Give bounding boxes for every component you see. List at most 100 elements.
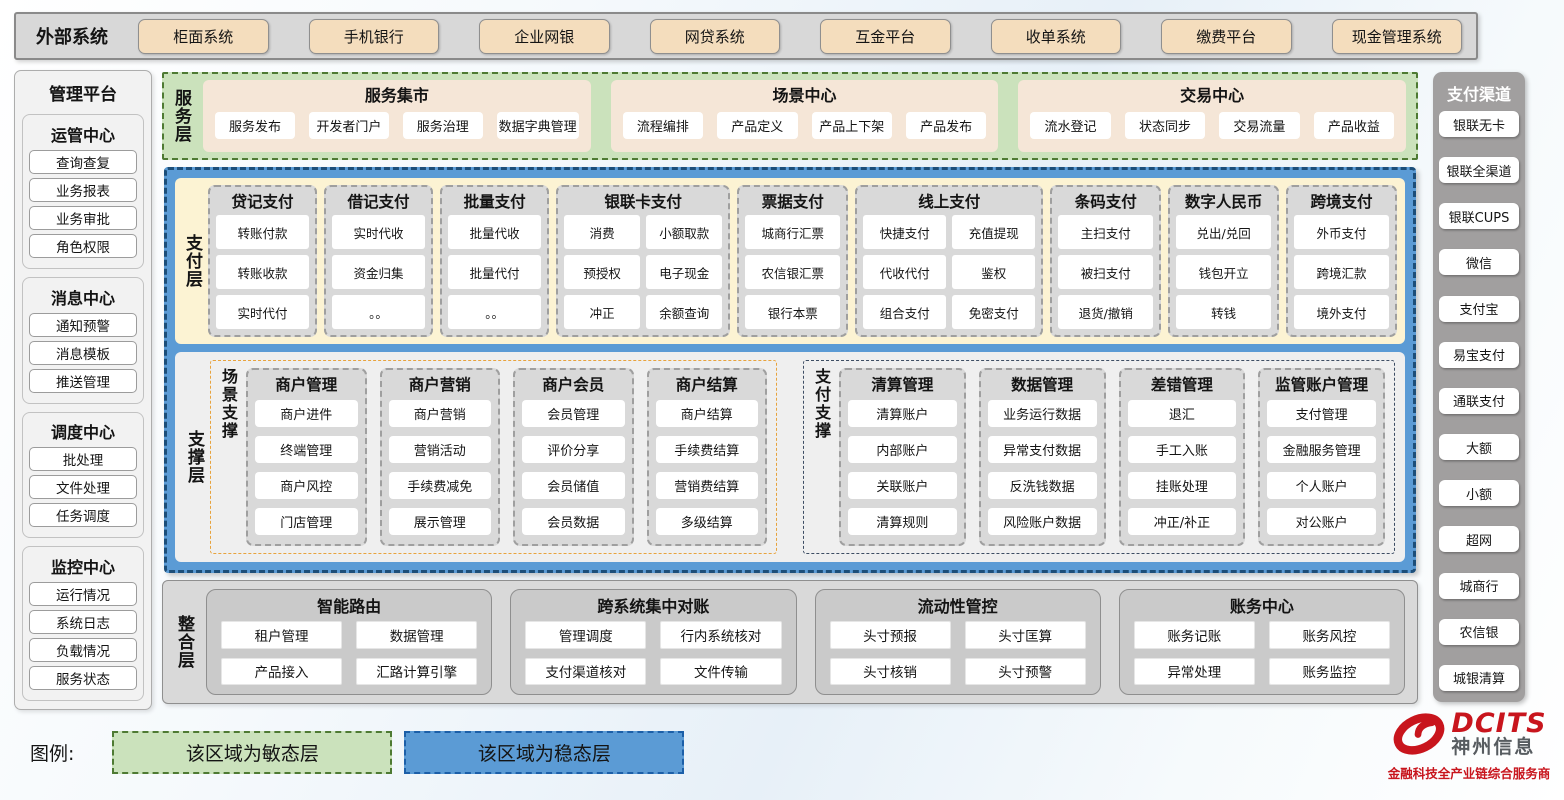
- external-system-box: 手机银行: [309, 19, 440, 54]
- payment-item-box: 跨境汇款: [1294, 255, 1389, 289]
- payment-item-box: 转账收款: [216, 255, 309, 289]
- payment-channel-box: 微信: [1439, 249, 1519, 275]
- integration-item-box: 头寸匡算: [965, 621, 1086, 649]
- support-item-box: 商户结算: [656, 400, 759, 427]
- service-item-box: 产品收益: [1314, 112, 1394, 139]
- logo-tagline: 金融科技全产业链综合服务商: [1388, 763, 1551, 782]
- service-item-box: 流水登记: [1030, 112, 1110, 139]
- support-group: 商户管理商户进件终端管理商户风控门店管理: [246, 368, 367, 546]
- integration-item-box: 租户管理: [221, 621, 342, 649]
- support-item-box: 清算账户: [848, 400, 957, 427]
- support-item-box: 营销费结算: [656, 472, 759, 499]
- integration-layer-groups: 智能路由租户管理数据管理产品接入汇路计算引擎跨系统集中对账管理调度行内系统核对支…: [206, 589, 1405, 695]
- payment-layer-groups: 贷记支付转账付款转账收款实时代付借记支付实时代收资金归集。。批量支付批量代收批量…: [208, 185, 1397, 337]
- payment-group-items: 主扫支付被扫支付退货/撤销: [1058, 215, 1153, 329]
- payment-item-box: 冲正: [564, 295, 640, 329]
- support-item-box: 关联账户: [848, 472, 957, 499]
- payment-item-box: 快捷支付: [863, 215, 946, 249]
- support-section-groups: 商户管理商户进件终端管理商户风控门店管理商户营销商户营销营销活动手续费减免展示管…: [246, 368, 767, 546]
- support-item-box: 对公账户: [1267, 508, 1376, 535]
- management-group-title: 消息中心: [29, 285, 137, 309]
- service-item-box: 数据字典管理: [497, 112, 579, 139]
- support-group-title: 商户营销: [389, 373, 492, 395]
- payment-channel-box: 农信银: [1439, 619, 1519, 645]
- integration-item-box: 头寸预警: [965, 658, 1086, 686]
- support-item-box: 异常支付数据: [988, 436, 1097, 463]
- payment-channel-box: 小额: [1439, 480, 1519, 506]
- integration-item-box: 账务记账: [1134, 621, 1255, 649]
- management-group-title: 监控中心: [29, 554, 137, 578]
- support-group-title: 监管账户管理: [1267, 373, 1376, 395]
- management-item-box: 文件处理: [29, 475, 137, 499]
- support-group-items: 会员管理评价分享会员储值会员数据: [522, 398, 625, 537]
- service-group-items: 流程编排产品定义产品上下架产品发布: [623, 106, 987, 144]
- management-item-box: 消息模板: [29, 341, 137, 365]
- integration-group: 跨系统集中对账管理调度行内系统核对支付渠道核对文件传输: [510, 589, 796, 695]
- payment-group-items: 兑出/兑回钱包开立转钱: [1176, 215, 1271, 329]
- support-group: 差错管理退汇手工入账挂账处理冲正/补正: [1119, 368, 1246, 546]
- support-item-box: 商户风控: [255, 472, 358, 499]
- logo-brand: DCITS: [1451, 710, 1546, 738]
- payment-channels-panel: 支付渠道 银联无卡银联全渠道银联CUPS微信支付宝易宝支付通联支付大额小额超网城…: [1433, 72, 1525, 702]
- integration-group: 流动性管控头寸预报头寸匡算头寸核销头寸预警: [815, 589, 1101, 695]
- support-item-box: 评价分享: [522, 436, 625, 463]
- payment-item-box: 代收代付: [863, 255, 946, 289]
- external-systems-items: 柜面系统手机银行企业网银网贷系统互金平台收单系统缴费平台现金管理系统: [138, 19, 1462, 54]
- payment-group: 借记支付实时代收资金归集。。: [324, 185, 433, 337]
- support-group-title: 商户结算: [656, 373, 759, 395]
- management-item-box: 运行情况: [29, 582, 137, 606]
- management-item-box: 业务报表: [29, 178, 137, 202]
- payment-group-title: 数字人民币: [1176, 190, 1271, 212]
- logo-text: DCITS 神州信息: [1451, 710, 1546, 758]
- support-layer: 支撑层 场景支撑商户管理商户进件终端管理商户风控门店管理商户营销商户营销营销活动…: [175, 352, 1405, 562]
- integration-item-box: 管理调度: [525, 621, 646, 649]
- external-system-box: 柜面系统: [138, 19, 269, 54]
- support-item-box: 多级结算: [656, 508, 759, 535]
- service-group-title: 场景中心: [623, 82, 987, 106]
- support-group-items: 清算账户内部账户关联账户清算规则: [848, 398, 957, 537]
- support-layer-sections: 场景支撑商户管理商户进件终端管理商户风控门店管理商户营销商户营销营销活动手续费减…: [210, 360, 1395, 554]
- payment-channel-box: 银联CUPS: [1439, 203, 1519, 229]
- support-group-items: 商户结算手续费结算营销费结算多级结算: [656, 398, 759, 537]
- integration-group: 智能路由租户管理数据管理产品接入汇路计算引擎: [206, 589, 492, 695]
- payment-item-box: 实时代付: [216, 295, 309, 329]
- support-item-box: 清算规则: [848, 508, 957, 535]
- payment-group: 数字人民币兑出/兑回钱包开立转钱: [1168, 185, 1279, 337]
- stable-layer-container: 支付层 贷记支付转账付款转账收款实时代付借记支付实时代收资金归集。。批量支付批量…: [164, 167, 1416, 573]
- support-item-box: 门店管理: [255, 508, 358, 535]
- payment-item-box: 境外支付: [1294, 295, 1389, 329]
- support-layer-label: 支撑层: [185, 360, 202, 554]
- management-item-box: 查询查复: [29, 150, 137, 174]
- service-group-title: 服务集市: [215, 82, 579, 106]
- support-group-title: 商户会员: [522, 373, 625, 395]
- payment-item-box: 批量代付: [448, 255, 541, 289]
- integration-item-box: 汇路计算引擎: [356, 658, 477, 686]
- payment-item-box: 钱包开立: [1176, 255, 1271, 289]
- support-item-box: 手续费减免: [389, 472, 492, 499]
- integration-item-box: 产品接入: [221, 658, 342, 686]
- support-item-box: 风险账户数据: [988, 508, 1097, 535]
- support-section-groups: 清算管理清算账户内部账户关联账户清算规则数据管理业务运行数据异常支付数据反洗钱数…: [839, 368, 1385, 546]
- support-item-box: 内部账户: [848, 436, 957, 463]
- payment-item-box: 兑出/兑回: [1176, 215, 1271, 249]
- payment-group: 条码支付主扫支付被扫支付退货/撤销: [1050, 185, 1161, 337]
- support-item-box: 会员数据: [522, 508, 625, 535]
- service-layer-label: 服务层: [172, 80, 189, 152]
- support-item-box: 个人账户: [1267, 472, 1376, 499]
- management-platform-panel: 管理平台 运管中心查询查复业务报表业务审批角色权限消息中心通知预警消息模板推送管…: [14, 70, 152, 710]
- payment-item-box: 转账付款: [216, 215, 309, 249]
- payment-channel-box: 城银清算: [1439, 665, 1519, 691]
- integration-item-box: 头寸预报: [830, 621, 951, 649]
- payment-item-box: 预授权: [564, 255, 640, 289]
- support-item-box: 商户营销: [389, 400, 492, 427]
- external-system-box: 现金管理系统: [1332, 19, 1463, 54]
- logo-top: DCITS 神州信息: [1391, 708, 1546, 760]
- service-item-box: 产品定义: [717, 112, 797, 139]
- payment-group-title: 线上支付: [863, 190, 1035, 212]
- payment-channels-title: 支付渠道: [1439, 81, 1519, 105]
- management-item-box: 推送管理: [29, 369, 137, 393]
- support-group-items: 退汇手工入账挂账处理冲正/补正: [1128, 398, 1237, 537]
- payment-channel-box: 银联全渠道: [1439, 157, 1519, 183]
- payment-item-box: 。。: [332, 295, 425, 329]
- payment-item-box: 资金归集: [332, 255, 425, 289]
